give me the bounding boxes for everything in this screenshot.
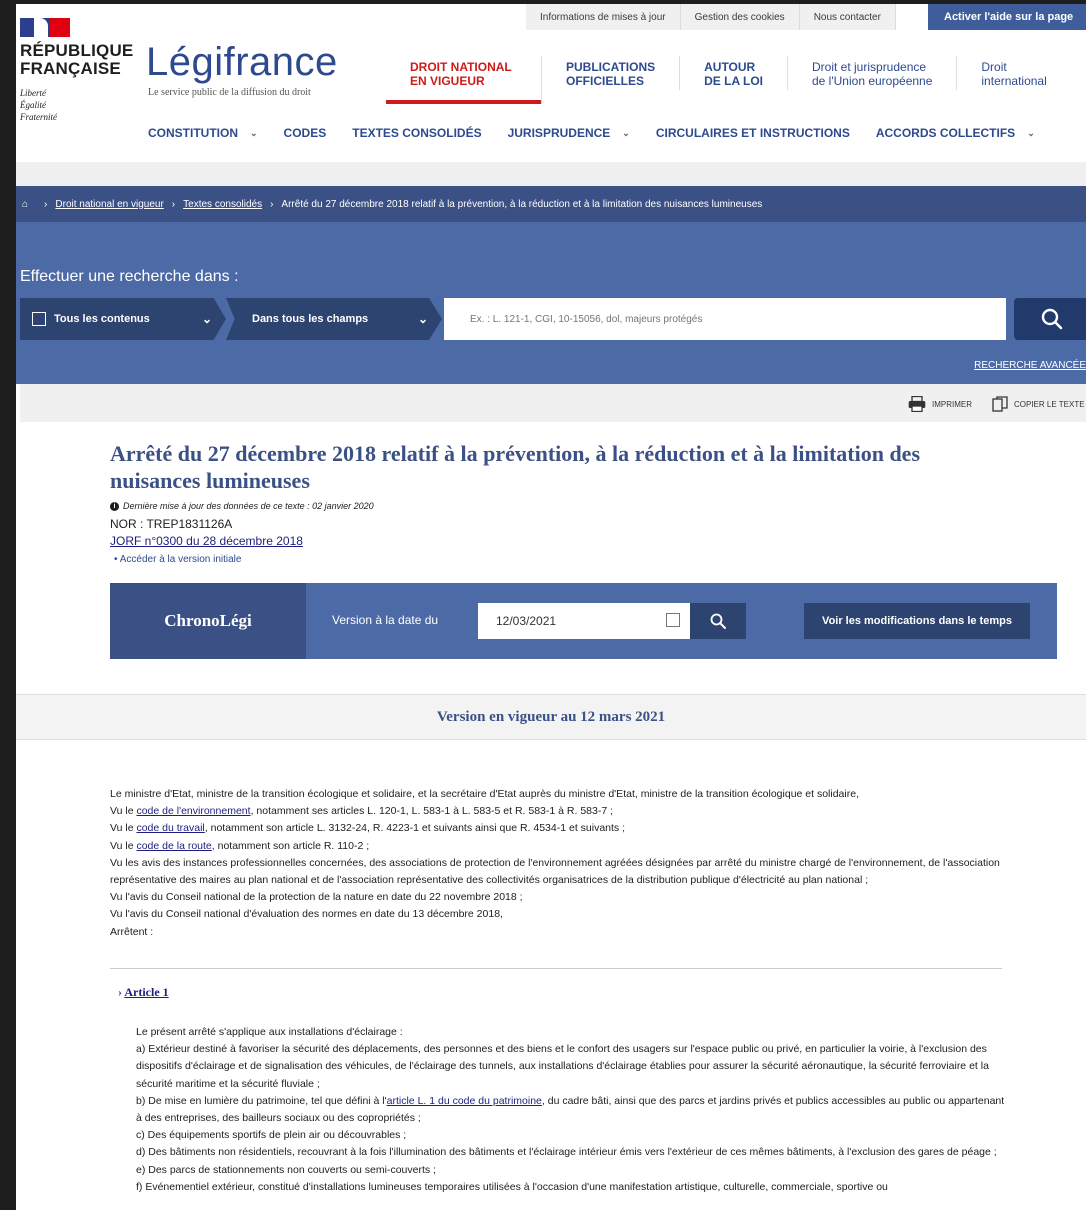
search-button[interactable]: [1014, 298, 1086, 340]
nav-publications[interactable]: PUBLICATIONS OFFICIELLES: [542, 56, 681, 90]
preamble: Le ministre d'Etat, ministre de la trans…: [110, 786, 1010, 941]
breadcrumb: ⌂ › Droit national en vigueur › Textes c…: [16, 186, 1086, 222]
search-icon: [710, 613, 726, 629]
preamble-line: Vu le code de la route, notamment son ar…: [110, 839, 370, 852]
site-tagline: Le service public de la diffusion du dro…: [148, 87, 311, 98]
article-line: a) Extérieur destiné à favoriser la sécu…: [136, 1043, 989, 1090]
printer-icon: [908, 396, 926, 412]
subnav-codes[interactable]: CODES: [284, 126, 327, 140]
contact-link[interactable]: Nous contacter: [800, 4, 896, 30]
preamble-line: Le ministre d'Etat, ministre de la trans…: [110, 788, 859, 800]
chevron-down-icon: ⌄: [622, 127, 630, 138]
search-icon: [1041, 308, 1063, 330]
document-title: Arrêté du 27 décembre 2018 relatif à la …: [110, 441, 921, 493]
view-modifications-button[interactable]: Voir les modifications dans le temps: [804, 603, 1030, 639]
nav-droit-national[interactable]: DROIT NATIONAL EN VIGUEUR: [386, 56, 542, 104]
subnav-constitution[interactable]: CONSTITUTION ⌄: [148, 126, 258, 140]
preamble-line: Vu l'avis du Conseil national de la prot…: [110, 891, 523, 904]
version-in-force-banner: Version en vigueur au 12 mars 2021: [16, 694, 1086, 740]
nav-droit-ue[interactable]: Droit et jurisprudence de l'Union europée…: [788, 56, 958, 90]
search-input[interactable]: [444, 298, 1006, 340]
last-update-note: i Dernière mise à jour des données de ce…: [110, 501, 374, 511]
initial-version-link[interactable]: • Accéder à la version initiale: [114, 554, 241, 565]
chevron-down-icon: ⌄: [201, 312, 212, 326]
article-line: d) Des bâtiments non résidentiels, recou…: [136, 1146, 997, 1159]
sub-nav: CONSTITUTION ⌄ CODES TEXTES CONSOLIDÉS JU…: [148, 126, 1061, 140]
article-line: f) Evénementiel extérieur, constitué d'i…: [136, 1180, 888, 1193]
copy-text-button[interactable]: COPIER LE TEXTE: [992, 396, 1085, 412]
chronolegi-label: ChronoLégi: [110, 583, 306, 659]
breadcrumb-droit-national[interactable]: Droit national en vigueur: [55, 199, 163, 210]
header-spacer: [16, 162, 1086, 186]
document-toolbar: IMPRIMER COPIER LE TEXTE: [20, 384, 1086, 422]
republic-name: RÉPUBLIQUE FRANÇAISE: [20, 41, 134, 78]
article-line: c) Des équipements sportifs de plein air…: [136, 1129, 407, 1142]
page: Informations de mises à jour Gestion des…: [16, 4, 1086, 1210]
code-travail-link[interactable]: code du travail: [136, 822, 204, 834]
document-search-icon: [32, 312, 46, 326]
updates-link[interactable]: Informations de mises à jour: [526, 4, 681, 30]
chevron-down-icon: ⌄: [250, 127, 258, 138]
article-line: b) De mise en lumière du patrimoine, tel…: [136, 1094, 1005, 1125]
legifrance-logo[interactable]: Légifrance: [146, 40, 338, 85]
divider: [110, 968, 1002, 969]
article-1-heading[interactable]: › Article 1: [118, 985, 169, 1000]
preamble-line: Vu le code de l'environnement, notamment…: [110, 805, 614, 818]
article-1-body: Le présent arrêté s'applique aux install…: [136, 1024, 1006, 1196]
chevron-down-icon: ⌄: [417, 312, 428, 326]
nav-autour-loi[interactable]: AUTOUR DE LA LOI: [680, 56, 788, 90]
nor-number: NOR : TREP1831126A: [110, 517, 233, 531]
utility-bar: Informations de mises à jour Gestion des…: [526, 4, 896, 30]
code-patrimoine-link[interactable]: article L. 1 du code du patrimoine: [387, 1095, 542, 1107]
republic-motto: Liberté Égalité Fraternité: [20, 88, 57, 122]
subnav-circulaires[interactable]: CIRCULAIRES ET INSTRUCTIONS: [656, 126, 850, 140]
help-button[interactable]: Activer l'aide sur la page: [928, 4, 1086, 30]
advanced-search-link[interactable]: RECHERCHE AVANCÉE: [974, 360, 1086, 371]
jorf-link[interactable]: JORF n°0300 du 28 décembre 2018: [110, 534, 303, 548]
version-date-label: Version à la date du: [332, 613, 439, 627]
cookies-link[interactable]: Gestion des cookies: [681, 4, 800, 30]
version-search-button[interactable]: [690, 603, 746, 639]
nav-droit-international[interactable]: Droit international: [957, 56, 1070, 90]
search-panel: Effectuer une recherche dans : Tous les …: [16, 222, 1086, 384]
preamble-line: Vu le code du travail, notamment son art…: [110, 822, 626, 835]
content-scope-select[interactable]: Tous les contenus ⌄: [20, 298, 226, 340]
code-environnement-link[interactable]: code de l'environnement: [136, 805, 250, 817]
chronolegi-panel: ChronoLégi Version à la date du Voir les…: [110, 583, 1057, 659]
preamble-line: Arrêtent :: [110, 925, 154, 938]
chevron-down-icon: ⌄: [1027, 127, 1035, 138]
version-date-input[interactable]: [478, 603, 690, 639]
code-route-link[interactable]: code de la route: [136, 840, 211, 852]
article-line: e) Des parcs de stationnements non couve…: [136, 1163, 436, 1176]
preamble-line: Vu l'avis du Conseil national d'évaluati…: [110, 908, 503, 921]
marianne-flag-logo: [20, 18, 70, 37]
subnav-accords[interactable]: ACCORDS COLLECTIFS ⌄: [876, 126, 1035, 140]
article-line: Le présent arrêté s'applique aux install…: [136, 1026, 403, 1038]
preamble-line: Vu les avis des instances professionnell…: [110, 856, 1000, 887]
subnav-textes-consolides[interactable]: TEXTES CONSOLIDÉS: [352, 126, 481, 140]
calendar-icon[interactable]: [666, 613, 680, 627]
home-icon[interactable]: ⌂: [22, 199, 28, 210]
search-title: Effectuer une recherche dans :: [20, 268, 239, 285]
field-scope-select[interactable]: Dans tous les champs ⌄: [226, 298, 442, 340]
main-nav: DROIT NATIONAL EN VIGUEUR PUBLICATIONS OFF…: [386, 56, 1071, 106]
subnav-jurisprudence[interactable]: JURISPRUDENCE ⌄: [508, 126, 630, 140]
print-button[interactable]: IMPRIMER: [908, 396, 972, 412]
breadcrumb-current: Arrêté du 27 décembre 2018 relatif à la …: [281, 198, 763, 210]
info-icon: i: [110, 501, 119, 511]
copy-icon: [992, 396, 1008, 412]
breadcrumb-textes-consolides[interactable]: Textes consolidés: [183, 199, 262, 210]
